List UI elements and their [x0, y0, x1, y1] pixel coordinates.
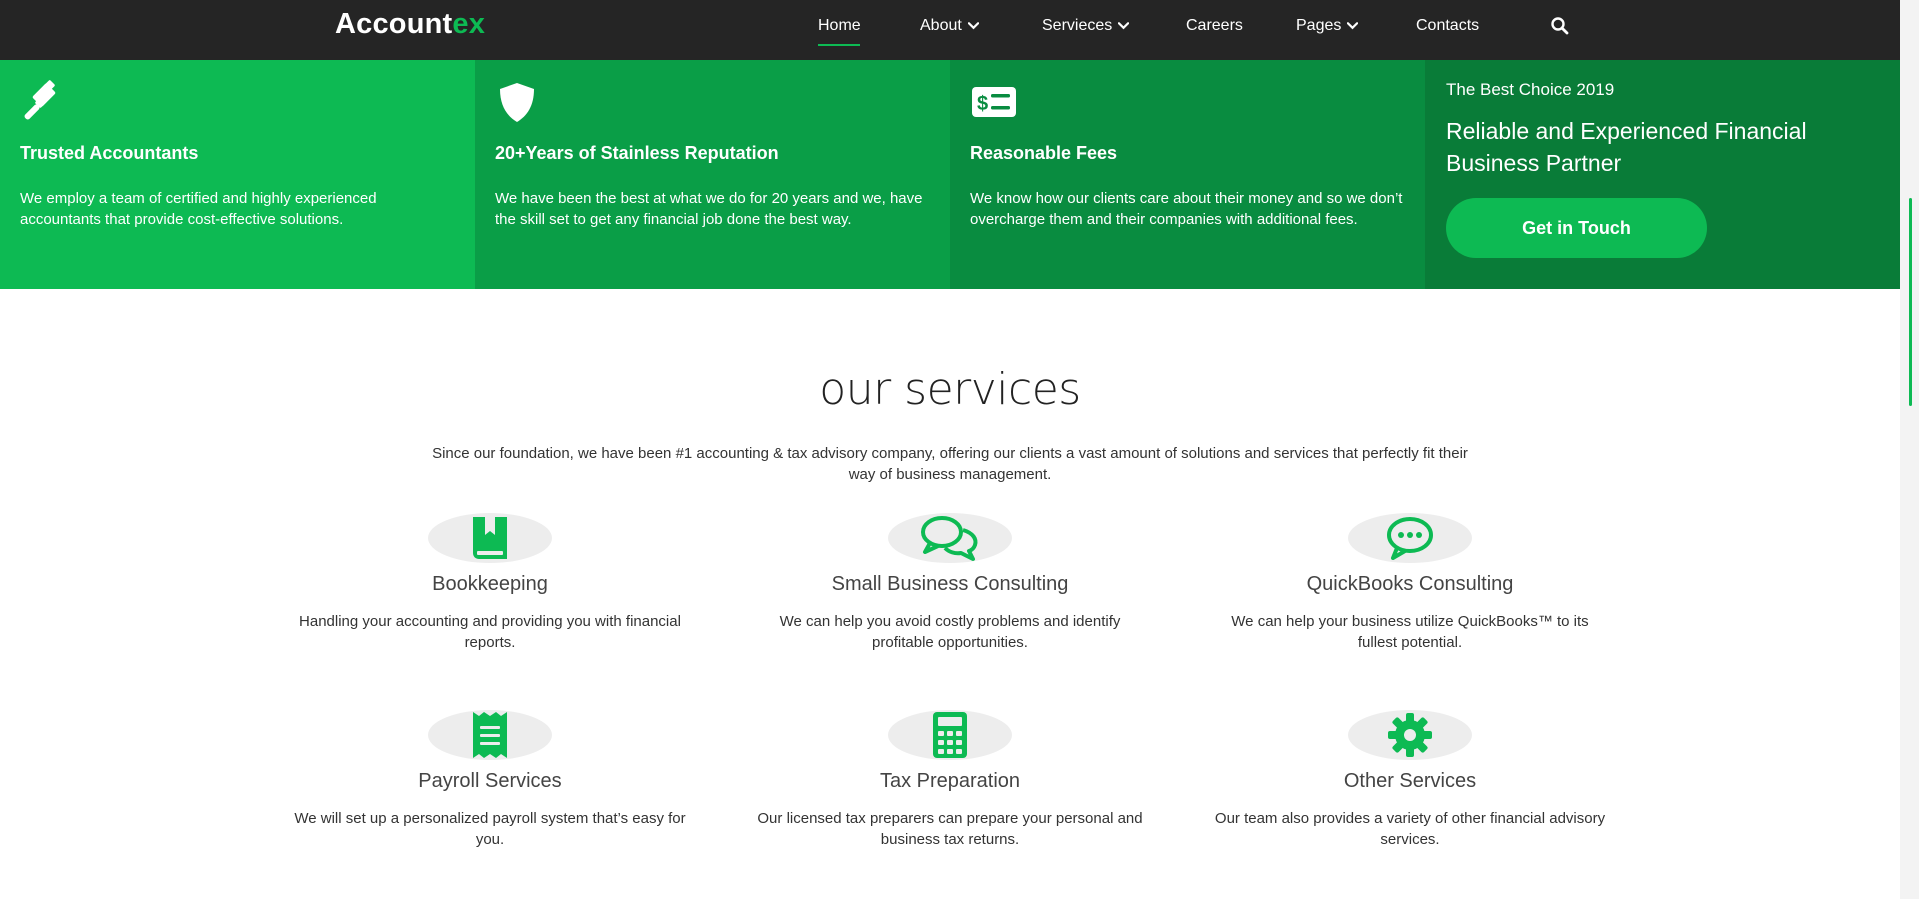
service-card: Payroll Services We will set up a person… [290, 710, 690, 850]
service-icon-badge [428, 513, 552, 563]
cta-title: Reliable and Experienced Financial Busin… [1446, 118, 1807, 176]
get-in-touch-button[interactable]: Get in Touch [1446, 198, 1707, 258]
service-title: QuickBooks Consulting [1306, 573, 1514, 595]
brand-logo-accent: ex [452, 8, 486, 40]
service-card: Tax Preparation Our licensed tax prepare… [750, 710, 1150, 850]
brand-logo[interactable]: Accountex [335, 8, 485, 41]
service-title: Tax Preparation [879, 770, 1021, 792]
chevron-down-icon [967, 22, 979, 30]
service-card: QuickBooks Consulting We can help your b… [1210, 513, 1610, 653]
calculator-icon [933, 712, 967, 758]
service-title: Bookkeeping [432, 573, 548, 595]
service-text: Our licensed tax preparers can prepare y… [757, 810, 1143, 848]
feature-text: We employ a team of certified and highly… [20, 190, 377, 228]
service-icon-badge [888, 513, 1012, 563]
money-bill-icon: $ [972, 87, 1016, 117]
feature-reasonable-fees: $ Reasonable Fees We know how our client… [950, 60, 1425, 289]
service-text: We will set up a personalized payroll sy… [294, 810, 686, 848]
gear-icon [1388, 713, 1432, 757]
service-text: Handling your accounting and providing y… [299, 613, 681, 651]
book-icon [473, 517, 507, 559]
feature-title: 20+Years of Stainless Reputation [495, 143, 779, 163]
chevron-down-icon [1118, 22, 1130, 30]
service-title: Other Services [1343, 770, 1477, 792]
page-scrollbar[interactable] [1900, 0, 1919, 899]
feature-text: We know how our clients care about their… [970, 190, 1403, 228]
nav-item-about[interactable]: About [920, 17, 979, 35]
nav-item-services[interactable]: Servieces [1042, 17, 1130, 35]
service-title: Payroll Services [418, 770, 562, 792]
nav-item-contacts[interactable]: Contacts [1416, 17, 1479, 35]
nav-active-underline [818, 44, 860, 46]
features-band: Trusted Accountants We employ a team of … [0, 60, 1900, 289]
service-icon-badge [888, 710, 1012, 760]
service-card: Other Services Our team also provides a … [1210, 710, 1610, 850]
receipt-icon [473, 712, 507, 758]
service-icon-badge [428, 710, 552, 760]
nav-item-home[interactable]: Home [818, 17, 861, 35]
feature-title: Trusted Accountants [20, 143, 199, 163]
feature-text: We have been the best at what we do for … [495, 190, 923, 228]
service-icon-badge [1348, 710, 1472, 760]
scrollbar-thumb[interactable] [1909, 198, 1912, 406]
services-heading: our services [819, 364, 1081, 415]
feature-title: Reasonable Fees [970, 143, 1118, 163]
comments-icon [921, 516, 978, 561]
service-text: We can help you avoid costly problems an… [779, 613, 1121, 651]
cta-subtitle: The Best Choice 2019 [1446, 80, 1615, 99]
service-card: Small Business Consulting We can help yo… [750, 513, 1150, 653]
gavel-icon [24, 80, 56, 120]
nav-item-pages[interactable]: Pages [1296, 17, 1359, 35]
chevron-down-icon [1347, 22, 1359, 30]
services-intro: Since our foundation, we have been #1 ac… [432, 445, 1468, 483]
service-icon-badge [1348, 513, 1472, 563]
comment-dots-icon [1387, 517, 1433, 560]
cta-panel: The Best Choice 2019 Reliable and Experi… [1425, 60, 1900, 289]
feature-reputation: 20+Years of Stainless Reputation We have… [475, 60, 950, 289]
brand-logo-t: t [442, 8, 453, 40]
feature-trusted-accountants: Trusted Accountants We employ a team of … [0, 60, 475, 289]
search-icon[interactable] [1550, 16, 1570, 36]
service-title: Small Business Consulting [831, 573, 1069, 595]
service-card: Bookkeeping Handling your accounting and… [290, 513, 690, 653]
service-text: Our team also provides a variety of othe… [1214, 810, 1606, 848]
service-text: We can help your business utilize QuickB… [1231, 613, 1589, 651]
svg-text:$: $ [977, 93, 988, 115]
top-navbar: Accountex Home About Servieces Careers P… [0, 0, 1900, 60]
shield-icon [500, 83, 534, 122]
nav-item-careers[interactable]: Careers [1186, 17, 1243, 35]
